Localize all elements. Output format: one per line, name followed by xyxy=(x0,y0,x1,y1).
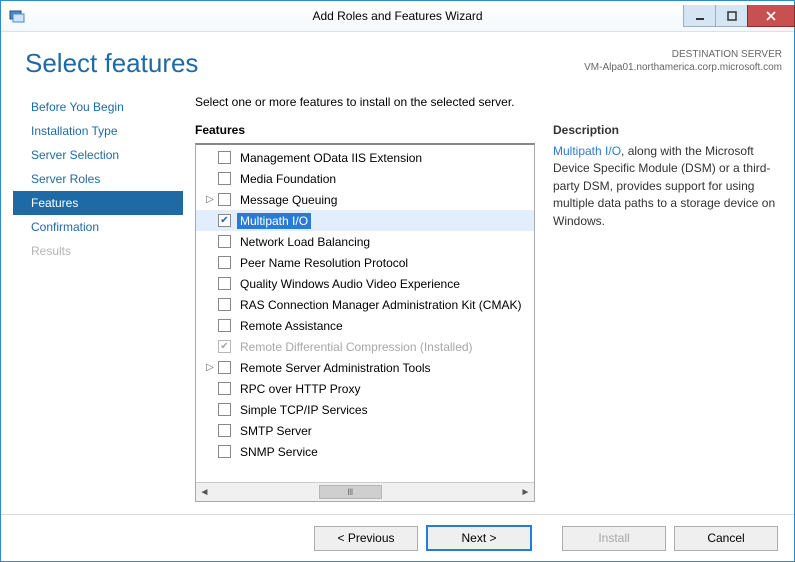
titlebar: Add Roles and Features Wizard xyxy=(1,1,794,32)
feature-row[interactable]: ▷ Remote Server Administration Tools xyxy=(196,357,534,378)
content-area: Select one or more features to install o… xyxy=(183,89,782,502)
expander-icon[interactable]: ▷ xyxy=(204,194,216,205)
nav-item-results: Results xyxy=(13,239,183,263)
nav-item-confirmation[interactable]: Confirmation xyxy=(13,215,183,239)
feature-label: Quality Windows Audio Video Experience xyxy=(237,276,463,292)
feature-label: Media Foundation xyxy=(237,171,339,187)
destination-server-host: VM-Alpa01.northamerica.corp.microsoft.co… xyxy=(584,61,782,74)
header-row: Select features DESTINATION SERVER VM-Al… xyxy=(13,44,782,79)
feature-label: RPC over HTTP Proxy xyxy=(237,381,363,397)
feature-row[interactable]: SNMP Service xyxy=(196,441,534,462)
next-button[interactable]: Next > xyxy=(426,525,532,551)
feature-row[interactable]: ▷ Message Queuing xyxy=(196,189,534,210)
content-columns: Features Management OData IIS ExtensionM… xyxy=(195,123,782,502)
feature-row[interactable]: Media Foundation xyxy=(196,168,534,189)
expander-icon[interactable]: ▷ xyxy=(204,362,216,373)
feature-row[interactable]: Multipath I/O xyxy=(196,210,534,231)
feature-label: Remote Server Administration Tools xyxy=(237,360,434,376)
cancel-button[interactable]: Cancel xyxy=(674,526,778,551)
app-icon xyxy=(9,8,25,24)
window-controls xyxy=(683,5,794,27)
feature-checkbox[interactable] xyxy=(218,445,231,458)
feature-row[interactable]: RAS Connection Manager Administration Ki… xyxy=(196,294,534,315)
description-heading: Description xyxy=(553,123,782,137)
description-text: Multipath I/O, along with the Microsoft … xyxy=(553,143,782,230)
feature-checkbox[interactable] xyxy=(218,256,231,269)
feature-label: Message Queuing xyxy=(237,192,340,208)
destination-server-label: DESTINATION SERVER xyxy=(584,48,782,61)
destination-server-info: DESTINATION SERVER VM-Alpa01.northameric… xyxy=(584,48,782,74)
nav-item-installation-type[interactable]: Installation Type xyxy=(13,119,183,143)
feature-label: Peer Name Resolution Protocol xyxy=(237,255,411,271)
feature-row[interactable]: SMTP Server xyxy=(196,420,534,441)
feature-label: Remote Assistance xyxy=(237,318,346,334)
feature-checkbox[interactable] xyxy=(218,151,231,164)
feature-checkbox xyxy=(218,340,231,353)
features-column: Features Management OData IIS ExtensionM… xyxy=(195,123,535,502)
feature-row[interactable]: Simple TCP/IP Services xyxy=(196,399,534,420)
nav-item-before-you-begin[interactable]: Before You Begin xyxy=(13,95,183,119)
close-button[interactable] xyxy=(747,5,795,27)
previous-button[interactable]: < Previous xyxy=(314,526,418,551)
nav-item-features[interactable]: Features xyxy=(13,191,183,215)
feature-checkbox[interactable] xyxy=(218,277,231,290)
feature-label: Management OData IIS Extension xyxy=(237,150,425,166)
feature-label: Multipath I/O xyxy=(237,213,311,229)
feature-row[interactable]: Remote Assistance xyxy=(196,315,534,336)
feature-checkbox[interactable] xyxy=(218,319,231,332)
feature-row[interactable]: Management OData IIS Extension xyxy=(196,147,534,168)
feature-label: RAS Connection Manager Administration Ki… xyxy=(237,297,524,313)
feature-checkbox[interactable] xyxy=(218,382,231,395)
feature-checkbox[interactable] xyxy=(218,361,231,374)
features-heading: Features xyxy=(195,123,535,137)
maximize-button[interactable] xyxy=(715,5,748,27)
nav-item-server-roles[interactable]: Server Roles xyxy=(13,167,183,191)
wizard-body: Select features DESTINATION SERVER VM-Al… xyxy=(1,32,794,514)
wizard-nav: Before You BeginInstallation TypeServer … xyxy=(13,89,183,502)
hscroll-track[interactable]: Ⅲ xyxy=(213,483,517,501)
feature-checkbox[interactable] xyxy=(218,235,231,248)
feature-row[interactable]: Network Load Balancing xyxy=(196,231,534,252)
feature-checkbox[interactable] xyxy=(218,172,231,185)
feature-checkbox[interactable] xyxy=(218,214,231,227)
features-list[interactable]: Management OData IIS Extension Media Foun… xyxy=(196,145,534,482)
wizard-footer: < Previous Next > Install Cancel xyxy=(1,514,794,561)
feature-checkbox[interactable] xyxy=(218,403,231,416)
features-box: Management OData IIS Extension Media Foun… xyxy=(195,143,535,502)
features-hscroll[interactable]: ◄ Ⅲ ► xyxy=(196,482,534,501)
description-highlight: Multipath I/O xyxy=(553,144,621,158)
feature-checkbox[interactable] xyxy=(218,193,231,206)
feature-label: Simple TCP/IP Services xyxy=(237,402,371,418)
minimize-button[interactable] xyxy=(683,5,716,27)
hscroll-left-button[interactable]: ◄ xyxy=(196,483,213,501)
feature-row: Remote Differential Compression (Install… xyxy=(196,336,534,357)
feature-row[interactable]: RPC over HTTP Proxy xyxy=(196,378,534,399)
install-button: Install xyxy=(562,526,666,551)
hscroll-right-button[interactable]: ► xyxy=(517,483,534,501)
feature-label: Network Load Balancing xyxy=(237,234,373,250)
feature-checkbox[interactable] xyxy=(218,424,231,437)
hscroll-thumb[interactable]: Ⅲ xyxy=(319,485,382,499)
feature-row[interactable]: Peer Name Resolution Protocol xyxy=(196,252,534,273)
feature-label: SNMP Service xyxy=(237,444,321,460)
description-column: Description Multipath I/O, along with th… xyxy=(553,123,782,502)
feature-row[interactable]: Quality Windows Audio Video Experience xyxy=(196,273,534,294)
window-title: Add Roles and Features Wizard xyxy=(1,9,794,23)
nav-item-server-selection[interactable]: Server Selection xyxy=(13,143,183,167)
wizard-window: Add Roles and Features Wizard Select fea… xyxy=(0,0,795,562)
feature-checkbox[interactable] xyxy=(218,298,231,311)
instruction-text: Select one or more features to install o… xyxy=(195,95,782,109)
feature-label: SMTP Server xyxy=(237,423,315,439)
main-area: Before You BeginInstallation TypeServer … xyxy=(13,89,782,502)
page-title: Select features xyxy=(25,48,584,79)
feature-label: Remote Differential Compression (Install… xyxy=(237,339,476,355)
